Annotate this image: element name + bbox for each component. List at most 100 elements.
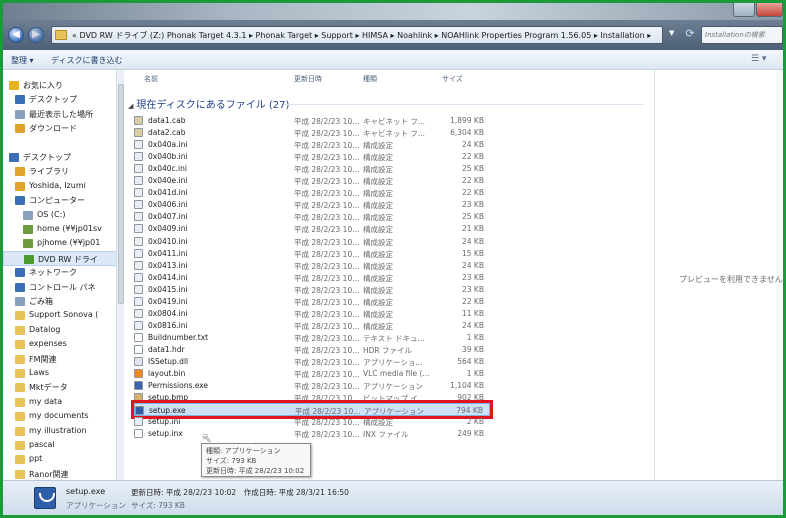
address-bar: ◀ ▶ « DVD RW ドライブ (Z:) Phonak Target 4.3… [3, 20, 783, 50]
collapse-arrow-icon[interactable]: ◢ [128, 102, 133, 110]
close-button[interactable] [756, 3, 783, 17]
file-row[interactable]: setup.bmp 平成 28/2/23 10... ビットマップ イ... 902 … [134, 391, 490, 404]
details-file-name: setup.exe [66, 487, 106, 496]
file-row[interactable]: 0x0410.ini 平成 28/2/23 10... 構成設定 24 KB [134, 235, 490, 248]
file-row[interactable]: layout.bin 平成 28/2/23 10... VLC media file… [134, 367, 490, 380]
cab-file-icon [134, 128, 143, 138]
nav-item[interactable]: お気に入り [3, 78, 119, 93]
file-row[interactable]: data1.hdr 平成 28/2/23 10... HDR ファイル 39 KB [134, 343, 490, 356]
nav-item[interactable]: Yoshida, Izumi [3, 179, 119, 194]
folder-icon [15, 383, 25, 393]
nav-item[interactable]: 最近表示した場所 [3, 107, 119, 122]
nav-item[interactable]: コントロール パネ [3, 280, 119, 295]
file-row[interactable]: setup.ini 平成 28/2/23 10... 構成設定 2 KB [134, 415, 490, 428]
ini-file-icon [134, 200, 143, 210]
nav-item-label: お気に入り [23, 81, 63, 90]
file-row[interactable]: 0x040c.ini 平成 28/2/23 10... 構成設定 25 KB [134, 162, 490, 175]
column-header-name[interactable]: 名前 [144, 74, 158, 84]
minimize-button[interactable] [733, 3, 755, 17]
nav-item[interactable]: my documents [3, 409, 119, 424]
column-header-date[interactable]: 更新日時 [294, 74, 322, 84]
file-row[interactable]: 0x0406.ini 平成 28/2/23 10... 構成設定 23 KB [134, 198, 490, 211]
nav-item[interactable]: ネットワーク [3, 265, 119, 280]
setup-exe-icon [34, 487, 56, 509]
nav-item[interactable]: Support Sonova ( [3, 308, 119, 323]
back-button[interactable]: ◀ [8, 27, 24, 43]
folder-icon [15, 441, 25, 450]
file-row[interactable]: 0x0409.ini 平成 28/2/23 10... 構成設定 21 KB [134, 222, 490, 235]
nav-item[interactable]: Mktデータ [3, 380, 119, 395]
nav-item[interactable]: デスクトップ [3, 92, 119, 107]
group-header[interactable]: ◢ 現在ディスクにあるファイル (27) [128, 96, 289, 111]
nav-item[interactable]: FM関連 [3, 352, 119, 367]
search-box[interactable] [701, 26, 783, 44]
nav-item[interactable]: Laws [3, 366, 119, 381]
preview-unavailable-text: プレビューを利用できません。 [679, 275, 783, 284]
file-name: setup.exe [149, 406, 186, 416]
group-divider [284, 104, 644, 105]
ini-file-icon [134, 308, 143, 318]
file-row[interactable]: 0x0816.ini 平成 28/2/23 10... 構成設定 24 KB [134, 319, 490, 332]
nav-item[interactable]: OS (C:) [3, 208, 119, 223]
file-name: 0x0413.ini [148, 260, 188, 270]
file-row[interactable]: 0x0411.ini 平成 28/2/23 10... 構成設定 15 KB [134, 247, 490, 260]
file-row[interactable]: 0x041d.ini 平成 28/2/23 10... 構成設定 22 KB [134, 186, 490, 199]
refresh-icon[interactable]: ⟳ [682, 27, 698, 43]
ini-file-icon [134, 272, 143, 282]
navigation-pane: お気に入りデスクトップ 最近表示した場所 ダウンロード デスクトップ ライブラリ Yosh… [3, 70, 119, 480]
navigation-scrollbar[interactable] [116, 70, 124, 480]
file-row[interactable]: setup.inx 平成 28/2/23 10... INX ファイル 249 KB [134, 427, 490, 440]
nav-item[interactable]: my illustration [3, 424, 119, 439]
address-path-field[interactable]: « DVD RW ドライブ (Z:) Phonak Target 4.3.1 ▸… [51, 26, 663, 44]
organize-menu[interactable]: 整理 ▾ [11, 55, 34, 66]
file-row[interactable]: 0x0419.ini 平成 28/2/23 10... 構成設定 22 KB [134, 295, 490, 308]
details-dates: 更新日時: 平成 28/2/23 10:02 作成日時: 平成 28/3/21 … [131, 488, 349, 497]
text-file-icon [134, 332, 143, 342]
file-row[interactable]: data2.cab 平成 28/2/23 10... キャビネット フ... 6,30… [134, 126, 490, 139]
burn-to-disc-button[interactable]: ディスクに書き込む [51, 55, 122, 66]
file-row[interactable]: setup.exe 平成 28/2/23 10... アプリケーション 794 KB [131, 400, 493, 420]
nav-item-label: pascal [29, 440, 55, 449]
file-size: 24 KB [462, 236, 484, 246]
column-header-type[interactable]: 種類 [363, 74, 377, 84]
nav-item[interactable]: Ranor関連 [3, 467, 119, 480]
file-row[interactable]: Permissions.exe 平成 28/2/23 10... アプリケーション 1… [134, 379, 490, 392]
preview-pane: プレビューを利用できません。 [655, 70, 783, 480]
file-size: 24 KB [462, 320, 484, 330]
forward-button[interactable]: ▶ [28, 27, 44, 43]
nav-item[interactable]: Datalog [3, 323, 119, 338]
file-name: data1.cab [148, 116, 186, 125]
search-input[interactable] [702, 27, 782, 43]
nav-item[interactable]: ごみ箱 [3, 294, 119, 309]
file-row[interactable]: 0x040a.ini 平成 28/2/23 10... 構成設定 24 KB [134, 138, 490, 151]
nav-item[interactable]: pjhome (¥¥jp01 [3, 236, 119, 251]
nav-item[interactable]: pascal [3, 438, 119, 453]
file-row[interactable]: 0x0413.ini 平成 28/2/23 10... 構成設定 24 KB [134, 259, 490, 272]
recent-places-icon [15, 109, 25, 119]
breadcrumb[interactable]: « DVD RW ドライブ (Z:) Phonak Target 4.3.1 ▸… [72, 30, 651, 41]
nav-item[interactable]: コンピューター [3, 193, 119, 208]
nav-item[interactable]: DVD RW ドライ [3, 250, 119, 266]
nav-item[interactable]: expenses [3, 337, 119, 352]
file-row[interactable]: 0x0407.ini 平成 28/2/23 10... 構成設定 25 KB [134, 210, 490, 223]
column-header-size[interactable]: サイズ [442, 74, 463, 84]
file-size: 22 KB [462, 176, 484, 186]
file-row[interactable]: data1.cab 平成 28/2/23 10... キャビネット フ... 1,89… [134, 114, 490, 127]
change-view-icon[interactable]: ☰ ▾ [751, 54, 766, 64]
file-row[interactable]: Buildnumber.txt 平成 28/2/23 10... テキスト ドキュ.… [134, 331, 490, 344]
file-row[interactable]: 0x0804.ini 平成 28/2/23 10... 構成設定 11 KB [134, 307, 490, 320]
file-row[interactable]: 0x0415.ini 平成 28/2/23 10... 構成設定 23 KB [134, 283, 490, 296]
file-row[interactable]: 0x0414.ini 平成 28/2/23 10... 構成設定 23 KB [134, 271, 490, 284]
nav-item[interactable]: ライブラリ [3, 164, 119, 179]
file-row[interactable]: 0x040b.ini 平成 28/2/23 10... 構成設定 22 KB [134, 150, 490, 163]
nav-item[interactable]: デスクトップ [3, 150, 119, 165]
address-dropdown-icon[interactable]: ▼ [669, 29, 674, 37]
nav-item[interactable]: ppt [3, 452, 119, 467]
nav-item[interactable]: my data [3, 395, 119, 410]
file-row[interactable]: ISSetup.dll 平成 28/2/23 10... アプリケーショ... 564… [134, 355, 490, 368]
file-row[interactable]: 0x040e.ini 平成 28/2/23 10... 構成設定 22 KB [134, 174, 490, 187]
nav-item[interactable]: ダウンロード [3, 121, 119, 136]
nav-item[interactable]: home (¥¥jp01sv [3, 222, 119, 237]
mouse-cursor-icon: ↖ [202, 431, 213, 445]
nav-item-label: pjhome (¥¥jp01 [37, 238, 101, 248]
